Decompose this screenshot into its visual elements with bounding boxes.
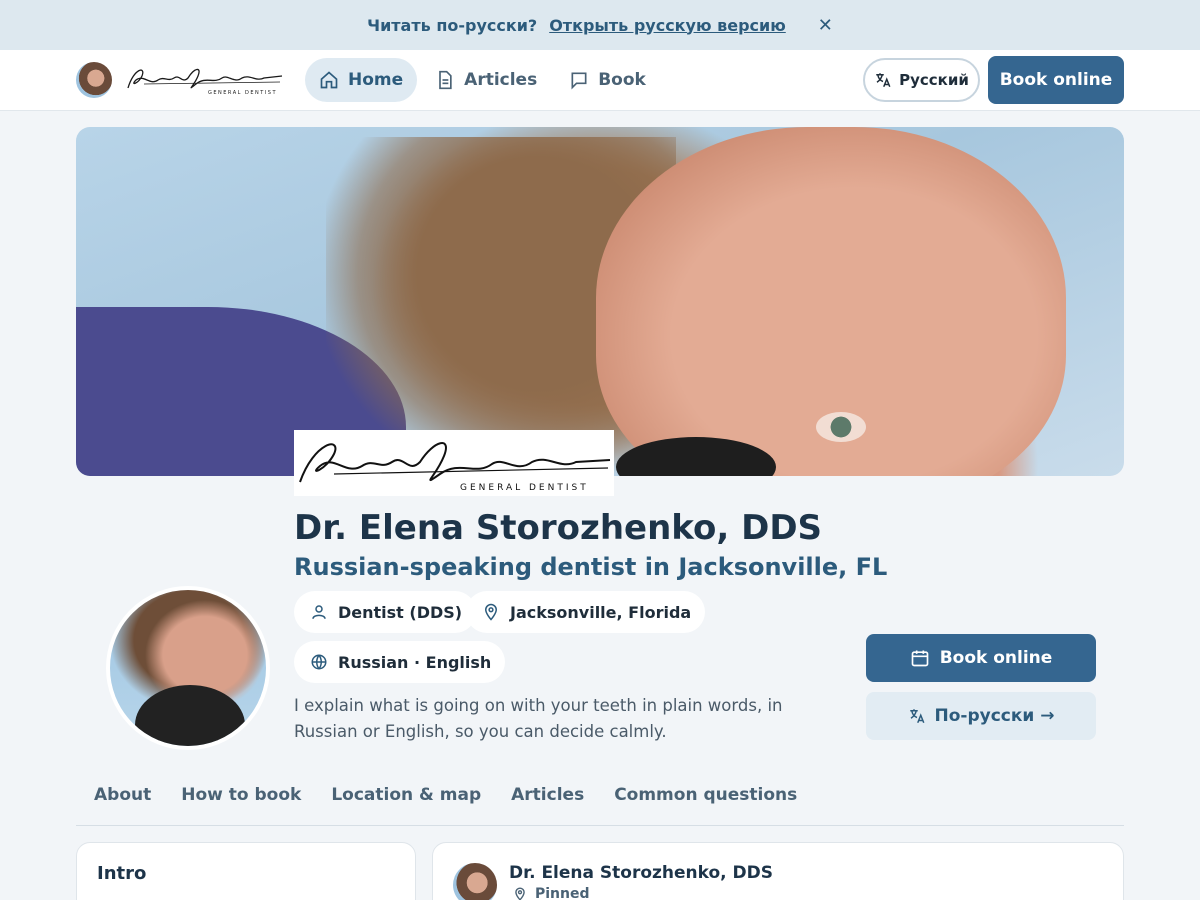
signature-logo-card: GENERAL DENTIST xyxy=(294,430,614,496)
chip-specialty: Dentist (DDS) xyxy=(294,591,477,633)
cover-eye xyxy=(816,412,866,442)
chip-languages: Russian · English xyxy=(294,641,506,683)
intro-card-title: Intro xyxy=(97,863,147,884)
document-icon xyxy=(439,70,452,90)
calendar-icon xyxy=(911,650,929,667)
russian-version-button[interactable]: По-русски → xyxy=(866,692,1096,740)
avatar[interactable] xyxy=(76,62,112,98)
pinned-text: Pinned xyxy=(535,886,590,900)
open-russian-version-link[interactable]: Открыть русскую версию xyxy=(549,16,786,35)
close-icon[interactable]: ✕ xyxy=(818,15,833,36)
translate-icon xyxy=(876,73,891,88)
nav-item-articles[interactable]: Articles xyxy=(421,58,551,102)
book-online-cta-button[interactable]: Book online xyxy=(866,634,1096,682)
location-pin-icon xyxy=(484,603,498,621)
chip-location: Jacksonville, Florida xyxy=(466,591,706,633)
intro-card: Intro xyxy=(76,842,416,900)
cta-book-label: Book online xyxy=(939,648,1053,668)
tab-common-questions[interactable]: Common questions xyxy=(614,772,797,825)
avatar[interactable] xyxy=(453,863,497,900)
chip-label: Russian · English xyxy=(338,652,492,672)
nav-item-book[interactable]: Book xyxy=(555,58,660,102)
nav-item-label: Home xyxy=(348,70,404,90)
chat-icon xyxy=(571,72,587,90)
language-banner: Читать по-русски? Открыть русскую версию… xyxy=(0,0,1200,50)
signature-caption: GENERAL DENTIST xyxy=(208,90,277,96)
person-icon xyxy=(312,605,326,619)
profile-bio: I explain what is going on with your tee… xyxy=(294,696,783,741)
main-nav: Home Articles Book xyxy=(305,58,660,102)
tab-articles[interactable]: Articles xyxy=(511,772,584,825)
signature-caption: GENERAL DENTIST xyxy=(460,483,589,493)
signature-logo-large: GENERAL DENTIST xyxy=(299,442,611,493)
tab-location-map[interactable]: Location & map xyxy=(331,772,481,825)
globe-icon xyxy=(311,654,327,670)
nav-item-label: Articles xyxy=(464,70,538,90)
pinned-label: Pinned xyxy=(513,886,590,900)
chip-label: Jacksonville, Florida xyxy=(510,602,692,622)
language-switch-button[interactable]: Русский xyxy=(863,58,980,102)
pinned-post-card: Dr. Elena Storozhenko, DDS Pinned xyxy=(432,842,1124,900)
profile-tabs: About How to book Location & map Article… xyxy=(76,772,1124,826)
cta-ru-label: По-русски → xyxy=(934,706,1055,726)
cover-photo xyxy=(76,127,1124,476)
avatar-pet xyxy=(135,685,245,746)
site-header: GENERAL DENTIST Home Articles Book Русск… xyxy=(0,50,1200,111)
chip-label: Dentist (DDS) xyxy=(338,602,463,622)
home-icon xyxy=(320,71,338,89)
nav-item-label: Book xyxy=(598,70,646,90)
translate-icon xyxy=(909,709,924,724)
nav-item-home[interactable]: Home xyxy=(305,58,418,102)
profile-subtitle: Russian-speaking dentist in Jacksonville… xyxy=(294,553,888,581)
profile-name: Dr. Elena Storozhenko, DDS xyxy=(294,508,823,548)
banner-prompt: Читать по-русски? xyxy=(367,15,538,35)
tab-about[interactable]: About xyxy=(94,772,151,825)
post-author[interactable]: Dr. Elena Storozhenko, DDS xyxy=(509,863,773,883)
book-online-button[interactable]: Book online xyxy=(988,56,1124,104)
signature-logo[interactable]: GENERAL DENTIST xyxy=(124,62,284,98)
location-pin-icon xyxy=(515,887,525,900)
language-label: Русский xyxy=(899,71,969,89)
profile-avatar[interactable] xyxy=(106,586,270,750)
tab-how-to-book[interactable]: How to book xyxy=(181,772,301,825)
